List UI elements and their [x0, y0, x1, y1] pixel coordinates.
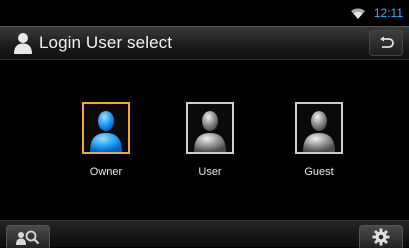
bottom-bar	[0, 220, 409, 248]
user-avatar-icon	[194, 111, 226, 152]
title-bar: Login User select	[0, 26, 409, 60]
owner-avatar-icon	[90, 111, 122, 152]
back-button[interactable]	[369, 30, 403, 56]
avatar-frame-user[interactable]	[186, 102, 234, 154]
user-label-guest: Guest	[304, 166, 334, 178]
avatar-frame-guest[interactable]	[295, 102, 343, 154]
user-search-icon	[16, 230, 40, 245]
settings-button[interactable]	[359, 225, 403, 248]
user-option-guest[interactable]: Guest	[279, 102, 359, 202]
user-label-owner: Owner	[89, 166, 123, 178]
status-bar: 12:11	[0, 0, 409, 26]
user-option-owner[interactable]: Owner	[66, 102, 146, 202]
user-select-area: Owner User Guest	[0, 60, 409, 220]
wifi-icon	[350, 8, 365, 19]
user-label-user: User	[198, 166, 222, 178]
user-search-button[interactable]	[6, 225, 50, 248]
gear-icon	[372, 228, 390, 246]
clock: 12:11	[373, 6, 403, 20]
person-icon	[14, 33, 32, 54]
avatar-frame-owner[interactable]	[82, 102, 130, 154]
user-option-user[interactable]: User	[170, 102, 250, 202]
guest-avatar-icon	[303, 111, 335, 152]
page-title: Login User select	[39, 33, 173, 52]
back-arrow-icon	[380, 36, 394, 48]
status-area: 12:11	[350, 4, 403, 22]
